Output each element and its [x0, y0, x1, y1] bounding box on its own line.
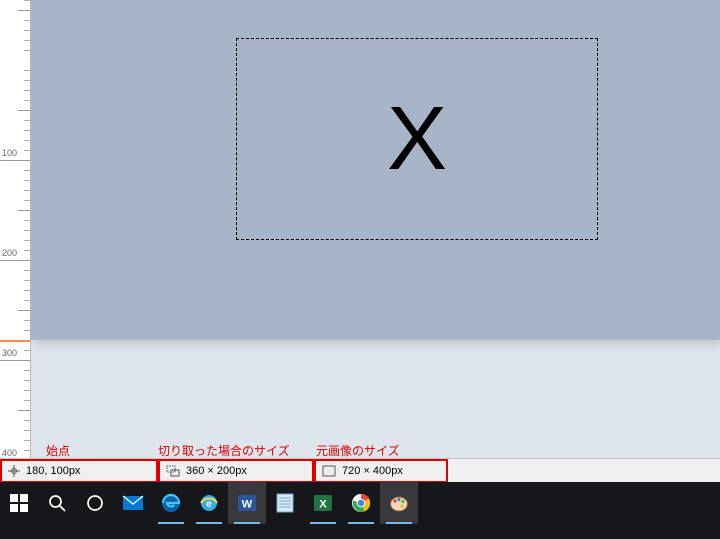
taskbar-ie-button[interactable]: e — [190, 482, 228, 524]
status-bar: 180, 100px 360 × 200px 720 × 400px — [0, 458, 720, 483]
ruler-tick-label: 100 — [2, 148, 17, 158]
selection-placeholder-char: X — [387, 94, 447, 184]
svg-text:e: e — [206, 499, 212, 510]
taskbar-notepad-button[interactable] — [266, 482, 304, 524]
taskbar-paint-button[interactable] — [380, 482, 418, 524]
status-position-value: 180, 100px — [26, 465, 80, 477]
taskbar-word-button[interactable]: W — [228, 482, 266, 524]
status-crop-size-cell: 360 × 200px — [158, 459, 314, 483]
crosshair-icon — [8, 465, 20, 477]
status-position-cell: 180, 100px — [0, 459, 158, 483]
image-size-icon — [322, 465, 336, 477]
taskbar-mail-button[interactable] — [114, 482, 152, 524]
canvas-area[interactable]: X 100200300400 — [0, 0, 720, 478]
annotation-crop-size: 切り取った場合のサイズ — [158, 442, 290, 459]
status-image-size-cell: 720 × 400px — [314, 459, 448, 483]
taskbar[interactable]: e W X — [0, 482, 720, 539]
taskbar-start-button[interactable] — [0, 482, 38, 524]
status-crop-size-value: 360 × 200px — [186, 465, 247, 477]
taskbar-search-button[interactable] — [38, 482, 76, 524]
svg-text:X: X — [319, 499, 327, 511]
taskbar-taskview-button[interactable] — [76, 482, 114, 524]
annotation-image-size: 元画像のサイズ — [316, 442, 400, 459]
ruler-tick-label: 300 — [2, 348, 17, 358]
status-image-size-value: 720 × 400px — [342, 465, 403, 477]
annotation-labels: 始点 切り取った場合のサイズ 元画像のサイズ — [0, 442, 720, 458]
ruler-vertical: 100200300400 — [0, 0, 31, 478]
taskbar-chrome-button[interactable] — [342, 482, 380, 524]
svg-text:W: W — [242, 499, 253, 511]
ruler-marker — [0, 340, 30, 342]
crop-size-icon — [166, 465, 180, 477]
ruler-tick-label: 200 — [2, 248, 17, 258]
taskbar-edge-button[interactable] — [152, 482, 190, 524]
taskbar-excel-button[interactable]: X — [304, 482, 342, 524]
image-surface[interactable]: X — [30, 0, 720, 340]
selection-box[interactable]: X — [236, 38, 598, 240]
annotation-start: 始点 — [46, 442, 70, 459]
